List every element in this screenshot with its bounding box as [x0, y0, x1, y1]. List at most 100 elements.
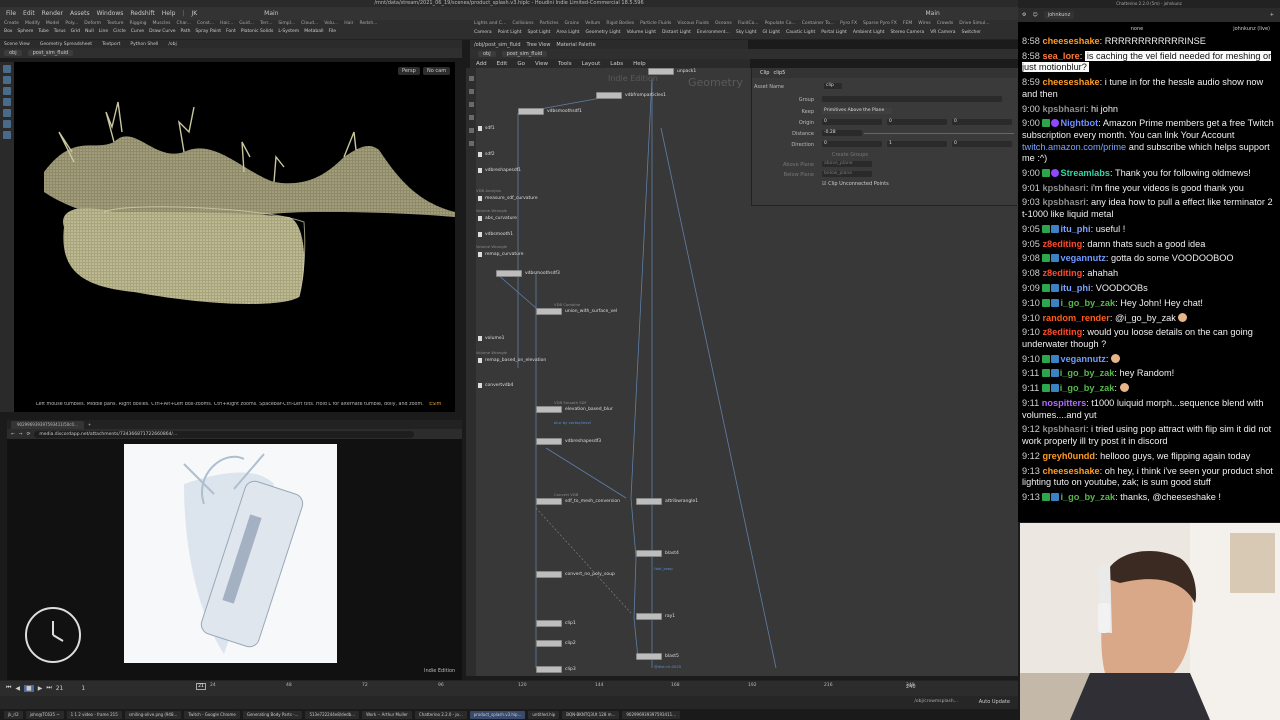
network-tool-icon[interactable] — [468, 128, 474, 133]
below-plane-field[interactable]: below_plane — [822, 171, 872, 177]
menu-render[interactable]: Render — [42, 10, 63, 17]
shelf-tool[interactable]: Stereo Camera — [890, 30, 924, 35]
shelf-tool[interactable]: Torus — [54, 29, 66, 34]
path-post-sim-fluid[interactable]: post_sim_fluid — [27, 50, 74, 56]
network-tool-icon[interactable] — [468, 115, 474, 120]
menu-edit[interactable]: Edit — [23, 10, 35, 17]
shelf-tab[interactable]: Oceans — [715, 21, 732, 26]
shelf-tab[interactable]: Poly... — [65, 21, 78, 26]
taskbar-item[interactable]: untitled.hip — [528, 711, 560, 719]
back-icon[interactable]: ← — [11, 432, 15, 437]
forward-icon[interactable]: → — [19, 432, 23, 437]
shelf-tab[interactable]: Modify — [25, 21, 40, 26]
node-attribwrangle1[interactable]: attribwrangle1 — [636, 498, 698, 505]
right-desk-main-selector[interactable]: Main — [926, 10, 940, 17]
stop-icon[interactable]: ■ — [24, 684, 34, 692]
chat-username[interactable]: Streamlabs — [1060, 168, 1110, 178]
jump-end-icon[interactable]: ⏭ — [46, 684, 51, 692]
channel-tab[interactable]: johnkunz — [1043, 11, 1075, 19]
shelf-tab[interactable]: Particle Fluids — [640, 21, 671, 26]
shelf-tool[interactable]: GI Light — [763, 30, 780, 35]
shelf-tool[interactable]: Platonic Solids — [241, 29, 274, 34]
network-tool-icon[interactable] — [468, 76, 474, 81]
shelf-tab[interactable]: Redsh... — [359, 21, 377, 26]
create-groups-toggle[interactable]: Create Groups — [832, 152, 868, 158]
shelf-tool[interactable]: Volume Light — [627, 30, 656, 35]
timeline-cursor[interactable]: 21 — [196, 683, 206, 690]
menu-windows[interactable]: Windows — [97, 10, 124, 17]
network-menu-tools[interactable]: Tools — [558, 61, 572, 67]
shelf-tab[interactable]: Wires — [918, 21, 930, 26]
shelf-tab[interactable]: Char... — [176, 21, 190, 26]
menu-file[interactable]: File — [6, 10, 16, 17]
shelf-tab[interactable]: Grains — [565, 21, 580, 26]
desk-main-selector[interactable]: Main — [264, 10, 278, 17]
shelf-tool[interactable]: Portal Light — [821, 30, 847, 35]
distance-slider[interactable] — [864, 133, 1014, 134]
chat-username[interactable]: itu_phi — [1060, 224, 1090, 234]
tab-material-palette[interactable]: Material Palette — [556, 42, 595, 48]
chat-username[interactable]: z8editing — [1042, 327, 1082, 337]
shelf-tab[interactable]: Hair — [344, 21, 353, 26]
reload-icon[interactable]: ⟳ — [27, 432, 31, 437]
taskbar-item[interactable]: Work -- Arthur Muller — [362, 711, 412, 719]
shelf-tool[interactable]: Font — [226, 29, 236, 34]
shelf-tool[interactable]: Environment... — [697, 30, 730, 35]
scene-viewport[interactable]: Persp No cam — [14, 62, 455, 412]
play-icon[interactable]: ▶ — [38, 685, 43, 692]
new-tab-icon[interactable]: + — [88, 422, 91, 427]
camera-menu[interactable]: No cam — [423, 67, 451, 75]
shelf-tool[interactable]: Point Light — [498, 30, 522, 35]
node-vdbsmooth1[interactable]: vdbsmooth1 — [478, 232, 513, 237]
network-tool-icon[interactable] — [468, 102, 474, 107]
chat-username[interactable]: z8editing — [1042, 239, 1082, 249]
shelf-tab[interactable]: Vellum — [585, 21, 600, 26]
shelf-tool[interactable]: Sky Light — [736, 30, 757, 35]
shelf-tab[interactable]: Rigid Bodies — [606, 21, 634, 26]
network-menu-layout[interactable]: Layout — [582, 61, 601, 67]
shelf-tab[interactable]: Populate Co... — [765, 21, 796, 26]
taskbar-item[interactable]: 902996939397593411... — [622, 711, 680, 719]
chat-username[interactable]: nospitters — [1042, 398, 1086, 408]
gear-icon[interactable]: ⚙ — [1022, 12, 1026, 18]
shelf-tab[interactable]: Particles — [540, 21, 559, 26]
auto-update-toggle[interactable]: Auto Update — [979, 699, 1010, 705]
taskbar-item[interactable]: smiling-olive.png (948... — [124, 711, 182, 719]
chat-username[interactable]: kpsbhasri — [1042, 104, 1085, 114]
chat-username[interactable]: vegannutz — [1060, 354, 1105, 364]
shelf-tool[interactable]: VR Camera — [930, 30, 955, 35]
tab-tree-view[interactable]: Tree View — [527, 42, 551, 48]
shelf-tab[interactable]: Container To... — [802, 21, 834, 26]
shelf-tool[interactable]: Distant Light — [662, 30, 691, 35]
shelf-tab[interactable]: Hair... — [220, 21, 233, 26]
taskbar-item[interactable]: Chatterino 2.2.0 - jo... — [414, 711, 467, 719]
origin-x[interactable]: 0 — [822, 119, 882, 125]
step-back-icon[interactable]: ◀ — [15, 685, 20, 692]
shelf-tool[interactable]: Metaball — [304, 29, 323, 34]
direction-x[interactable]: 0 — [822, 141, 882, 147]
tab-network[interactable]: /obj/post_sim_fluid — [474, 42, 521, 48]
shelf-tool[interactable]: Line — [99, 29, 108, 34]
user-icon[interactable]: ☺ — [1032, 12, 1037, 18]
scale-tool-icon[interactable] — [3, 98, 11, 106]
keep-select[interactable]: Primitives Above the Plane — [822, 108, 892, 114]
node-sdf1[interactable]: sdf1 — [478, 126, 495, 131]
perspective-menu[interactable]: Persp — [398, 67, 420, 75]
shelf-tab[interactable]: Drive Simul... — [959, 21, 989, 26]
add-tab-icon[interactable]: + — [1270, 12, 1274, 18]
network-menu-go[interactable]: Go — [517, 61, 525, 67]
shelf-tool[interactable]: Geometry Light — [585, 30, 620, 35]
shelf-tab[interactable]: Guid... — [239, 21, 254, 26]
node-vdbreshapesdf3[interactable]: vdbreshapesdf3 — [536, 438, 601, 445]
menu-help[interactable]: Help — [162, 10, 176, 17]
shelf-tab[interactable]: Sparse Pyro FX — [863, 21, 897, 26]
shelf-tool[interactable]: Area Light — [556, 30, 579, 35]
node-volume1[interactable]: volume1 — [478, 336, 505, 341]
network-menu-edit[interactable]: Edit — [497, 61, 508, 67]
network-tool-icon[interactable] — [468, 89, 474, 94]
direction-y[interactable]: 1 — [887, 141, 947, 147]
node-clip2[interactable]: clip2 — [536, 640, 576, 647]
chat-link[interactable]: twitch.amazon.com/prime — [1022, 142, 1126, 152]
shelf-tool[interactable]: Sphere — [17, 29, 33, 34]
shelf-tool[interactable]: Spray Paint — [195, 29, 221, 34]
